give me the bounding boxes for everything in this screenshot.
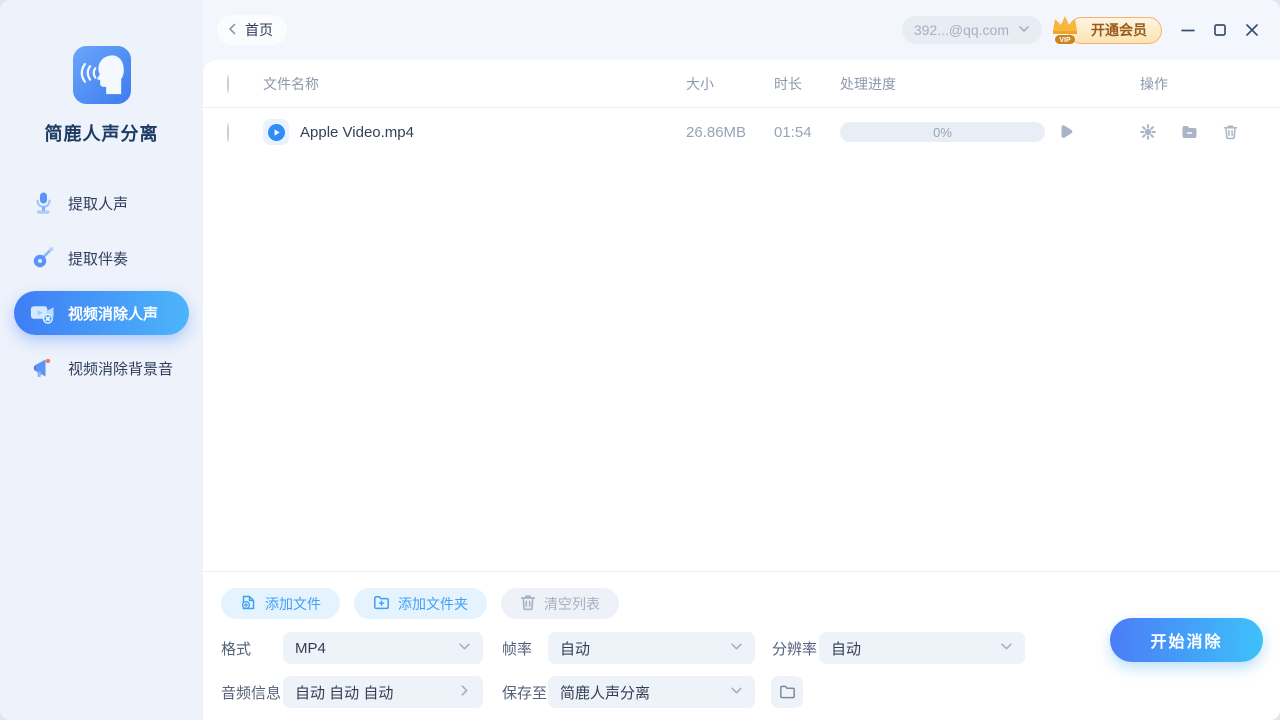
progress-bar: 0% xyxy=(840,122,1045,142)
account-dropdown[interactable]: 392...@qq.com xyxy=(901,16,1042,44)
clear-list-button[interactable]: 清空列表 xyxy=(501,588,619,619)
app-window: 简鹿人声分离 提取人声 提取伴奏 视频消除人声 视频消除背景音 首页 392..… xyxy=(0,0,1280,720)
video-file-icon xyxy=(263,119,289,145)
header-duration: 时长 xyxy=(774,75,802,92)
save-to-label: 保存至 xyxy=(502,684,548,702)
row-open-folder-button[interactable] xyxy=(1181,124,1198,140)
audio-info-control[interactable]: 自动 自动 自动 xyxy=(283,676,483,708)
section-divider xyxy=(203,571,1280,572)
close-button[interactable] xyxy=(1240,18,1264,42)
resolution-select[interactable]: 自动 xyxy=(819,632,1025,664)
chevron-down-icon xyxy=(730,640,743,657)
vip-label[interactable]: 开通会员 xyxy=(1068,16,1162,44)
chevron-down-icon xyxy=(730,684,743,701)
save-to-select[interactable]: 简鹿人声分离 xyxy=(548,676,755,708)
sidebar-item-extract-accompaniment[interactable]: 提取伴奏 xyxy=(14,236,189,280)
back-home-button[interactable]: 首页 xyxy=(217,15,287,45)
row-delete-button[interactable] xyxy=(1223,124,1238,140)
file-name: Apple Video.mp4 xyxy=(300,123,414,141)
resolution-label: 分辨率 xyxy=(772,640,818,658)
crown-icon: VIP xyxy=(1048,11,1082,47)
chevron-right-icon xyxy=(458,684,471,701)
audio-info-label: 音频信息 xyxy=(221,684,282,702)
sidebar-nav: 提取人声 提取伴奏 视频消除人声 视频消除背景音 xyxy=(0,170,203,401)
framerate-label: 帧率 xyxy=(502,640,533,658)
table-row: Apple Video.mp4 26.86MB 01:54 0% xyxy=(203,108,1280,156)
microphone-icon xyxy=(29,190,56,217)
close-icon xyxy=(1246,24,1258,36)
table-header: 文件名称 大小 时长 处理进度 操作 xyxy=(203,60,1280,108)
audio-info-value: 自动 自动 自动 xyxy=(295,684,394,702)
chevron-down-icon xyxy=(458,640,471,657)
select-all-checkbox[interactable] xyxy=(227,74,229,93)
chevron-down-icon xyxy=(1000,640,1013,657)
sidebar-item-label: 提取伴奏 xyxy=(68,250,129,268)
open-save-folder-button[interactable] xyxy=(771,676,803,708)
folder-plus-icon xyxy=(373,594,390,614)
sidebar-item-label: 视频消除人声 xyxy=(68,305,159,323)
play-icon xyxy=(1061,125,1073,138)
start-removal-button[interactable]: 开始消除 xyxy=(1110,618,1263,662)
app-logo-icon xyxy=(72,46,131,104)
maximize-icon xyxy=(1214,24,1226,36)
format-value: MP4 xyxy=(295,639,326,657)
clear-list-label: 清空列表 xyxy=(544,595,600,612)
topbar: 首页 392...@qq.com VIP 开通会员 xyxy=(203,0,1280,60)
window-controls xyxy=(1176,18,1264,42)
save-to-value: 简鹿人声分离 xyxy=(560,684,651,702)
back-label: 首页 xyxy=(245,22,273,38)
back-chevron-icon xyxy=(227,22,239,38)
sidebar-item-label: 视频消除背景音 xyxy=(68,360,174,378)
main-area: 首页 392...@qq.com VIP 开通会员 文件名称 大小 时长 处理进… xyxy=(203,0,1280,720)
guitar-icon xyxy=(29,245,56,272)
sidebar: 简鹿人声分离 提取人声 提取伴奏 视频消除人声 视频消除背景音 xyxy=(0,0,203,720)
add-file-button[interactable]: 添加文件 xyxy=(221,588,340,619)
resolution-value: 自动 xyxy=(831,640,862,658)
vip-badge-text: VIP xyxy=(1059,37,1071,44)
format-label: 格式 xyxy=(221,640,252,658)
sidebar-item-video-remove-background[interactable]: 视频消除背景音 xyxy=(14,346,189,390)
trash-icon xyxy=(520,594,536,614)
framerate-select[interactable]: 自动 xyxy=(548,632,755,664)
list-actions: 添加文件 添加文件夹 清空列表 xyxy=(221,588,1280,619)
file-size: 26.86MB xyxy=(686,123,747,141)
megaphone-icon xyxy=(29,355,56,382)
sidebar-item-label: 提取人声 xyxy=(68,195,129,213)
account-email: 392...@qq.com xyxy=(913,22,1009,38)
minimize-icon xyxy=(1181,29,1195,32)
add-folder-label: 添加文件夹 xyxy=(398,595,468,612)
vip-upgrade-button[interactable]: VIP 开通会员 xyxy=(1053,15,1162,44)
minimize-button[interactable] xyxy=(1176,18,1200,42)
preview-play-button[interactable] xyxy=(1057,123,1074,141)
header-operations: 操作 xyxy=(1140,75,1168,92)
framerate-value: 自动 xyxy=(560,640,591,658)
add-folder-button[interactable]: 添加文件夹 xyxy=(354,588,487,619)
file-duration: 01:54 xyxy=(774,123,812,141)
row-settings-button[interactable] xyxy=(1140,124,1156,140)
folder-icon xyxy=(779,685,795,699)
add-file-label: 添加文件 xyxy=(265,595,321,612)
header-progress: 处理进度 xyxy=(840,75,896,92)
sidebar-item-extract-vocals[interactable]: 提取人声 xyxy=(14,181,189,225)
trash-icon xyxy=(1223,125,1238,140)
sidebar-item-video-remove-vocals[interactable]: 视频消除人声 xyxy=(14,291,189,335)
row-checkbox[interactable] xyxy=(227,122,229,142)
gear-icon xyxy=(1140,124,1156,140)
file-plus-icon xyxy=(240,594,257,614)
app-title: 简鹿人声分离 xyxy=(44,124,159,144)
chevron-down-icon xyxy=(1018,22,1030,38)
folder-icon xyxy=(1182,126,1197,138)
maximize-button[interactable] xyxy=(1208,18,1232,42)
header-file-name: 文件名称 xyxy=(263,75,319,92)
header-size: 大小 xyxy=(686,75,714,92)
format-select[interactable]: MP4 xyxy=(283,632,483,664)
video-camera-icon xyxy=(29,300,56,327)
content-card: 文件名称 大小 时长 处理进度 操作 Apple Video.mp4 26.86… xyxy=(203,60,1280,720)
progress-percent: 0% xyxy=(933,124,952,140)
